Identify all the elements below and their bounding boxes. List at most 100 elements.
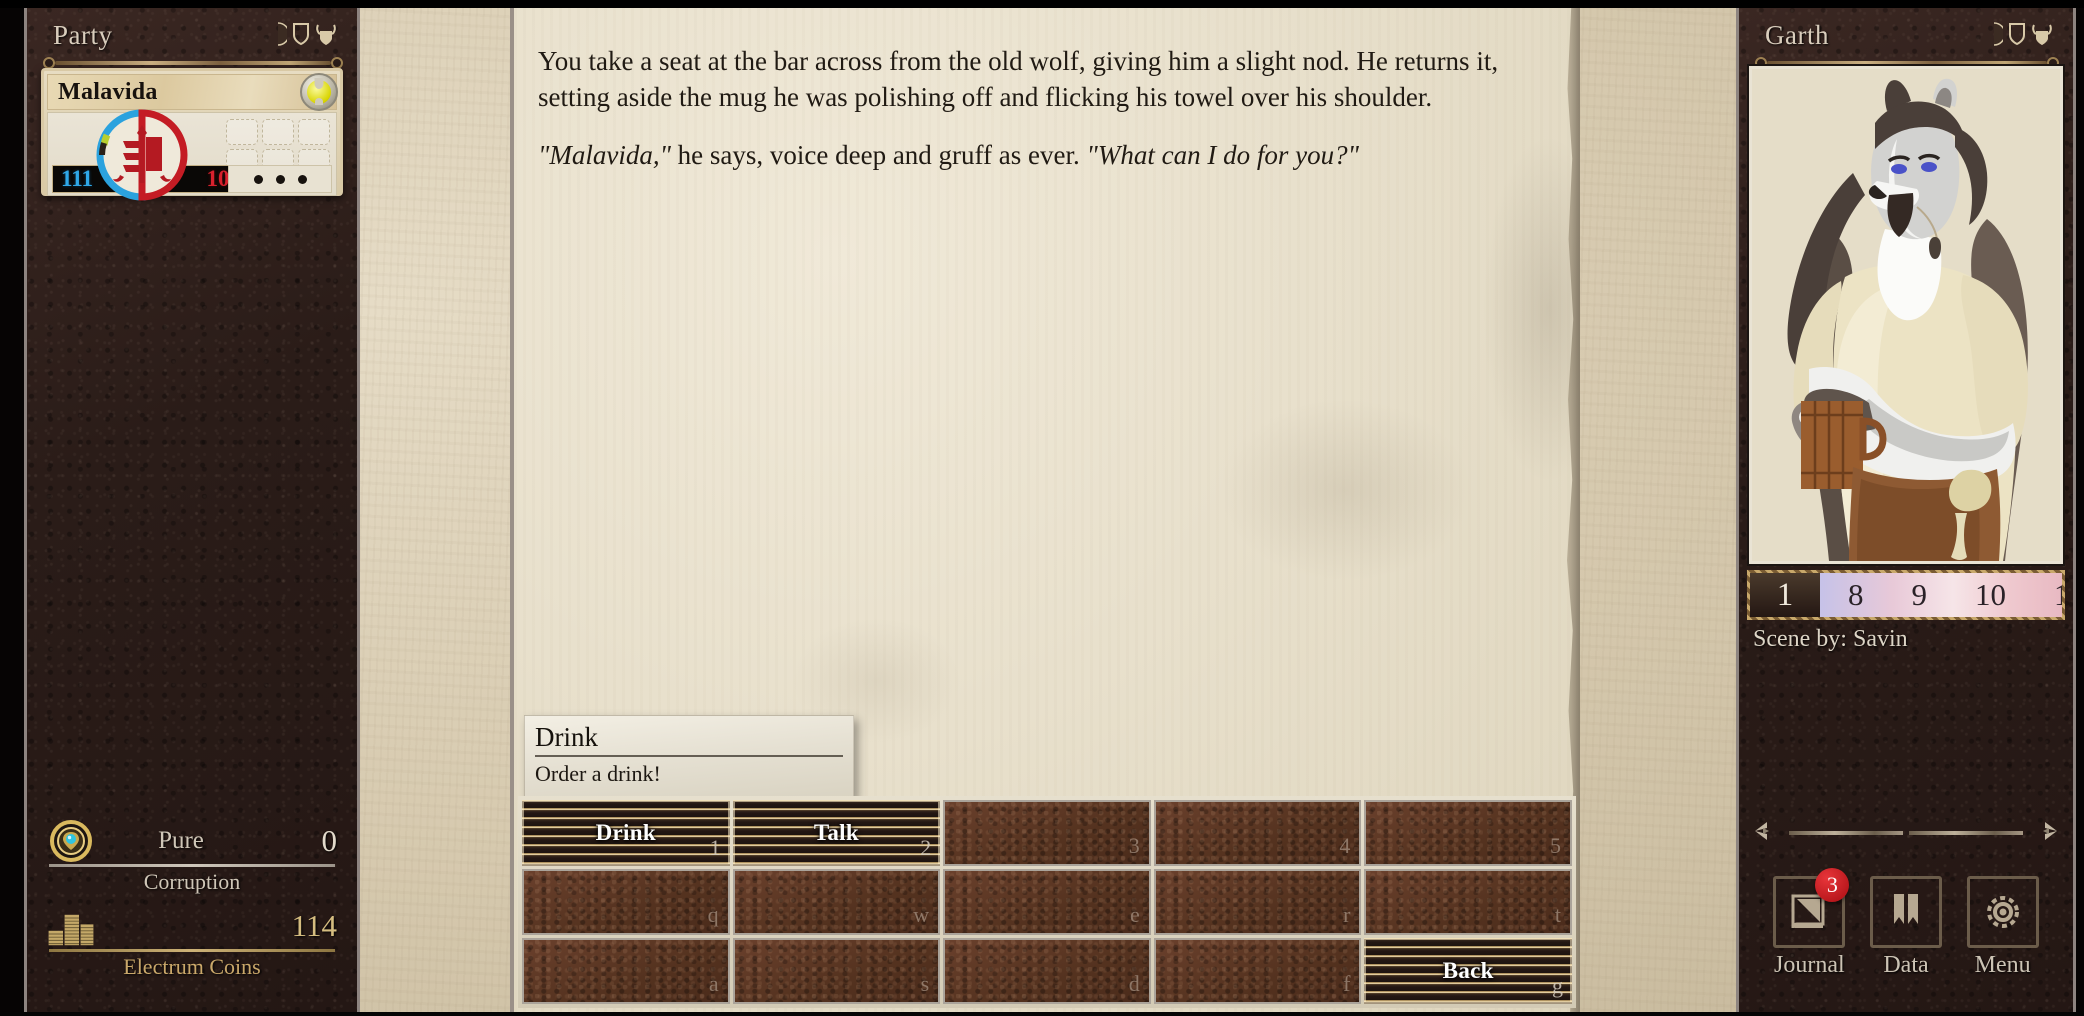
scene-tick[interactable]: 9 <box>1912 577 1928 613</box>
character-card-body: 111 105 <box>47 109 337 201</box>
nav-item-journal[interactable]: Journal 3 <box>1763 868 1855 979</box>
game-screen: Party Malavida 111 105 Pure 0 Corruption… <box>0 0 2084 1016</box>
tooltip-description: Order a drink! <box>535 761 661 786</box>
npc-portrait[interactable] <box>1747 64 2065 566</box>
scene-tick-track[interactable]: 8 9 10 1 <box>1820 573 2062 617</box>
action-button-label: Talk <box>813 820 859 845</box>
action-button-hotkey: 3 <box>1128 833 1140 858</box>
bookmark-icon[interactable] <box>1869 876 1942 948</box>
horned-helm-icon <box>2031 22 2053 46</box>
nav-item-data[interactable]: Data <box>1860 876 1952 979</box>
coins-row: 114 <box>47 903 337 949</box>
action-button-empty-f: f <box>1153 938 1362 1004</box>
action-button-hotkey: d <box>1128 971 1140 996</box>
letterbox-top <box>0 0 2084 8</box>
action-button-empty-t: t <box>1364 869 1572 935</box>
action-button-hotkey: f <box>1343 971 1351 996</box>
story-panel: You take a seat at the bar across from t… <box>510 8 1580 1012</box>
action-button-empty-q: q <box>522 869 730 935</box>
moon-icon <box>1985 22 2003 46</box>
character-more-options[interactable] <box>228 165 332 193</box>
story-narration: You take a seat at the bar across from t… <box>538 46 1499 112</box>
story-text: You take a seat at the bar across from t… <box>538 44 1520 196</box>
npc-header-icon-group <box>1985 22 2053 46</box>
coin-stack-icon <box>47 900 95 952</box>
action-button-hotkey: w <box>913 902 930 927</box>
pure-label: Pure <box>158 827 204 854</box>
action-button-hotkey: 2 <box>920 835 932 860</box>
screen-edge-left <box>0 0 24 1016</box>
nav-label-menu: Menu <box>1974 952 2031 978</box>
action-button-empty-e: e <box>943 869 1151 935</box>
action-button-empty-5: 5 <box>1364 800 1572 866</box>
portrait-nav[interactable] <box>1753 814 2059 852</box>
equipment-slot[interactable] <box>226 119 258 145</box>
action-button-empty-a: a <box>522 938 730 1004</box>
gear-icon[interactable] <box>1966 876 2039 948</box>
status-orb-icon[interactable] <box>300 73 338 111</box>
npc-panel: Garth 1 8 9 10 1 Scene by: Savin Journal… <box>1736 8 2076 1012</box>
scene-tick[interactable]: 1 <box>2054 577 2062 613</box>
party-panel-title: Party <box>53 20 113 50</box>
pure-divider <box>49 864 335 867</box>
story-paragraph: "Malavida," he says, voice deep and gruf… <box>538 138 1520 174</box>
arrow-right-icon[interactable] <box>2029 816 2059 851</box>
garth-wolf-portrait <box>1752 69 2060 561</box>
nav-item-menu[interactable]: Menu <box>1957 876 2049 979</box>
action-button-hotkey: t <box>1554 902 1561 927</box>
nav-label-data: Data <box>1883 952 1929 978</box>
scene-tick[interactable]: 10 <box>1975 577 2006 613</box>
action-button-empty-r: r <box>1153 869 1362 935</box>
action-button-label: Drink <box>595 820 656 845</box>
hp-value: 111 <box>61 166 93 191</box>
action-button-empty-s: s <box>732 938 941 1004</box>
action-button-hotkey: s <box>920 971 930 996</box>
action-button-empty-w: w <box>732 869 941 935</box>
scene-credit: Scene by: Savin <box>1753 626 1908 652</box>
resource-summary: Pure 0 Corruption 114 Electrum Coins <box>27 818 357 988</box>
divider-bar <box>1767 61 2047 65</box>
nav-label-journal: Journal <box>1774 952 1845 978</box>
button-tooltip: Drink Order a drink! <box>524 715 854 798</box>
action-button-hotkey: 4 <box>1339 833 1351 858</box>
shield-icon <box>2008 22 2026 46</box>
screen-edge-right <box>2076 0 2084 1016</box>
equipment-slot[interactable] <box>262 119 294 145</box>
shield-icon <box>292 22 310 46</box>
nav-rule-left <box>1789 831 1903 835</box>
action-button-grid[interactable]: Drink 1 Talk 2 3 4 5 q w e r t a s d f Back g <box>518 796 1576 1008</box>
character-name-bar: Malavida <box>47 73 338 111</box>
party-panel-header: Party <box>27 8 357 69</box>
scene-progress-strip[interactable]: 1 8 9 10 1 <box>1747 570 2065 620</box>
action-button-hotkey: q <box>707 902 719 927</box>
pure-row: Pure 0 <box>47 818 337 864</box>
npc-panel-header: Garth <box>1739 8 2073 69</box>
character-name: Malavida <box>58 78 158 105</box>
npc-panel-title: Garth <box>1765 20 1829 50</box>
character-card-malavida[interactable]: Malavida 111 105 <box>41 68 343 201</box>
story-dialogue: "Malavida," <box>538 139 671 170</box>
action-button-drink[interactable]: Drink 1 <box>522 800 730 866</box>
pure-medallion-icon <box>47 820 95 862</box>
action-button-hotkey: 1 <box>709 835 721 860</box>
action-button-hotkey: e <box>1130 902 1140 927</box>
action-button-empty-3: 3 <box>943 800 1151 866</box>
action-button-label: Back <box>1442 958 1494 983</box>
party-header-icon-group <box>269 22 337 46</box>
divider-bar <box>55 61 331 65</box>
action-button-hotkey: g <box>1552 973 1563 998</box>
arrow-left-icon[interactable] <box>1753 816 1783 851</box>
bottom-nav[interactable]: Journal 3 Data Menu <box>1739 868 2073 1002</box>
coins-value: 114 <box>291 908 337 943</box>
action-button-empty-4: 4 <box>1153 800 1362 866</box>
action-button-talk[interactable]: Talk 2 <box>732 800 941 866</box>
scene-tick[interactable]: 8 <box>1848 577 1864 613</box>
scene-current-index: 1 <box>1750 573 1820 617</box>
action-button-empty-d: d <box>943 938 1151 1004</box>
action-button-hotkey: a <box>708 971 719 996</box>
party-panel: Party Malavida 111 105 Pure 0 Corruption… <box>24 8 360 1012</box>
story-paragraph: You take a seat at the bar across from t… <box>538 44 1520 116</box>
action-button-back[interactable]: Back g <box>1364 938 1572 1004</box>
nav-rule-right <box>1909 831 2023 835</box>
equipment-slot[interactable] <box>298 119 330 145</box>
